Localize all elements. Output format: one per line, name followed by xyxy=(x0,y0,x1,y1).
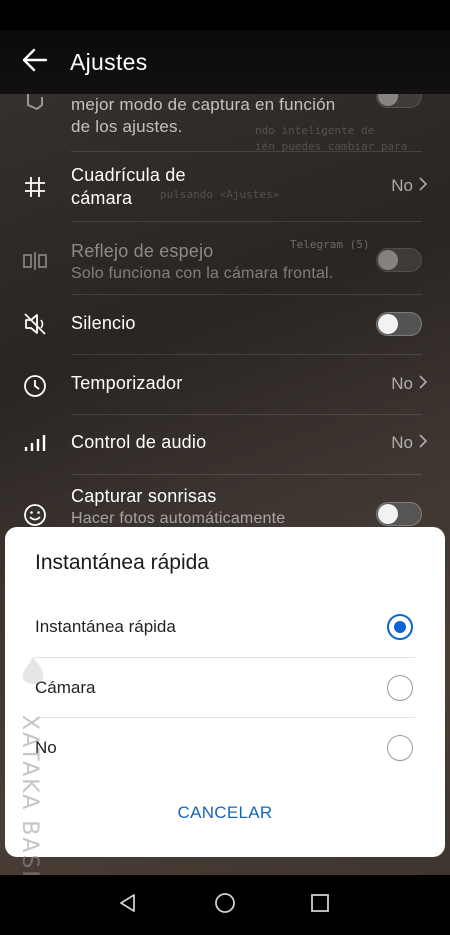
audio-value: No xyxy=(391,433,428,453)
timer-value: No xyxy=(391,374,428,394)
app-bar: Ajustes xyxy=(0,30,450,94)
nav-recent-button[interactable] xyxy=(302,887,338,923)
toggle-knob xyxy=(378,504,398,524)
screen: ndo inteligente de ién puedes cambiar pa… xyxy=(0,0,450,935)
setting-subtitle: mejor modo de captura en función xyxy=(71,95,336,114)
settings-row-smile[interactable]: Capturar sonrisas Hacer fotos automática… xyxy=(0,482,450,530)
status-bar xyxy=(0,0,450,30)
chevron-right-icon xyxy=(419,374,428,394)
square-recent-icon xyxy=(309,892,331,919)
navigation-bar xyxy=(0,875,450,935)
grid-value-text: No xyxy=(391,176,413,195)
circle-home-icon xyxy=(213,891,237,920)
settings-row-timer[interactable]: Temporizador No xyxy=(0,358,450,410)
setting-title: Temporizador xyxy=(71,373,183,393)
setting-title: cámara xyxy=(71,188,133,208)
mirror-icon xyxy=(20,246,50,276)
toggle-knob xyxy=(378,250,398,270)
setting-subtitle: de los ajustes. xyxy=(71,117,183,136)
timer-value-text: No xyxy=(391,374,413,393)
smiley-icon xyxy=(20,500,50,530)
toggle-knob xyxy=(378,314,398,334)
hash-grid-icon xyxy=(20,172,50,202)
option-label: Instantánea rápida xyxy=(35,617,176,636)
setting-title: Cuadrícula de xyxy=(71,165,186,185)
setting-title: Capturar sonrisas xyxy=(71,486,217,506)
chevron-right-icon xyxy=(419,433,428,453)
setting-title: Silencio xyxy=(71,313,136,333)
radio-button[interactable] xyxy=(387,735,413,761)
audio-bars-icon xyxy=(20,429,50,459)
divider xyxy=(71,151,422,152)
smile-toggle[interactable] xyxy=(376,502,422,526)
mute-toggle[interactable] xyxy=(376,312,422,336)
setting-title: Reflejo de espejo xyxy=(71,241,214,261)
divider xyxy=(71,294,422,295)
settings-row-grid[interactable]: Cuadrícula de cámara No xyxy=(0,158,450,216)
settings-row-mute[interactable]: Silencio xyxy=(0,298,450,350)
radio-button-selected[interactable] xyxy=(387,614,413,640)
back-button[interactable] xyxy=(0,30,70,94)
setting-title: Control de audio xyxy=(71,432,207,452)
speaker-muted-icon xyxy=(20,309,50,339)
divider xyxy=(71,354,422,355)
radio-button[interactable] xyxy=(387,675,413,701)
divider xyxy=(71,414,422,415)
grid-value: No xyxy=(391,176,428,196)
option-label: Cámara xyxy=(35,678,96,697)
settings-row-audio[interactable]: Control de audio No xyxy=(0,417,450,469)
quick-snapshot-dialog: Instantánea rápida Instantánea rápida Cá… xyxy=(5,527,445,857)
option-no[interactable]: No xyxy=(35,718,415,778)
option-instantanea-rapida[interactable]: Instantánea rápida xyxy=(35,597,415,657)
setting-subtitle: Solo funciona con la cámara frontal. xyxy=(71,265,334,282)
page-title: Ajustes xyxy=(70,48,148,75)
option-camara[interactable]: Cámara xyxy=(35,658,415,718)
chevron-right-icon xyxy=(419,176,428,196)
setting-subtitle: Hacer fotos automáticamente xyxy=(71,510,286,527)
divider xyxy=(71,474,422,475)
nav-home-button[interactable] xyxy=(207,887,243,923)
triangle-back-icon xyxy=(117,892,139,919)
settings-row-partial[interactable]: mejor modo de captura en función de los … xyxy=(0,84,450,140)
nav-back-button[interactable] xyxy=(110,887,146,923)
arrow-left-icon xyxy=(22,48,48,77)
audio-value-text: No xyxy=(391,433,413,452)
timer-icon xyxy=(20,370,50,400)
cancel-button[interactable]: CANCELAR xyxy=(5,803,445,823)
mirror-toggle[interactable] xyxy=(376,248,422,272)
dialog-title: Instantánea rápida xyxy=(35,551,209,574)
settings-row-mirror[interactable]: Reflejo de espejo Solo funciona con la c… xyxy=(0,234,450,290)
divider xyxy=(71,221,422,222)
